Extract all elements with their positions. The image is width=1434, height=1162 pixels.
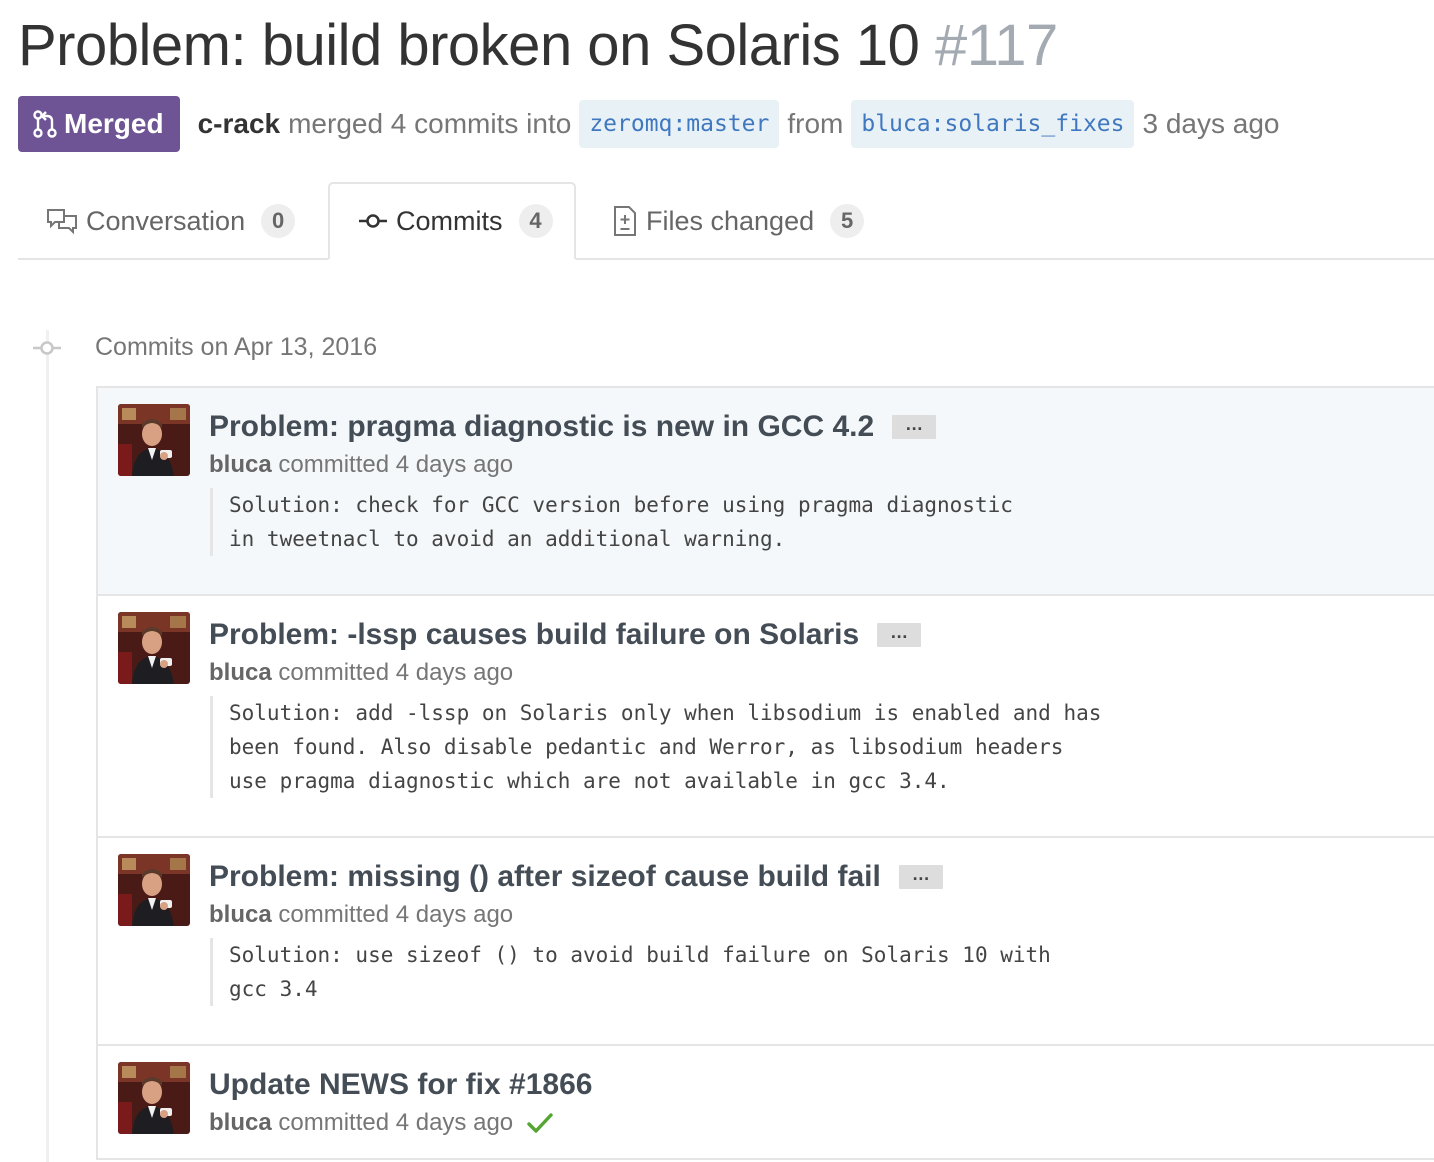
- commit-author-link[interactable]: bluca: [209, 900, 272, 930]
- commit-description: Solution: check for GCC version before u…: [210, 488, 1013, 556]
- git-merge-icon: [32, 109, 64, 139]
- tab-files-changed-count: 5: [830, 204, 865, 238]
- avatar[interactable]: [118, 612, 190, 684]
- merged-state-badge: Merged: [18, 96, 180, 152]
- pr-time-ago: 3 days ago: [1142, 108, 1280, 139]
- avatar[interactable]: [118, 854, 190, 926]
- tab-commits-label: Commits: [396, 205, 503, 236]
- list-item: Problem: -lssp causes build failure on S…: [98, 596, 1434, 838]
- pr-meta: Merged c-rack merged 4 commits into zero…: [18, 96, 1279, 152]
- check-icon[interactable]: [527, 1112, 553, 1134]
- avatar[interactable]: [118, 404, 190, 476]
- pr-author-link[interactable]: c-rack: [198, 108, 281, 140]
- commit-author-link[interactable]: bluca: [209, 1108, 272, 1138]
- git-commit-icon: [358, 211, 388, 231]
- avatar[interactable]: [118, 1062, 190, 1134]
- commit-meta: bluca committed 4 days ago: [209, 1108, 553, 1138]
- commit-time: committed 4 days ago: [278, 901, 514, 928]
- diff-icon: [610, 204, 638, 238]
- expand-description-button[interactable]: …: [892, 415, 937, 439]
- list-item: Problem: pragma diagnostic is new in GCC…: [98, 388, 1434, 596]
- list-item: Update NEWS for fix #1866 bluca committe…: [98, 1046, 1434, 1160]
- head-branch-label[interactable]: bluca: solaris_fixes: [851, 100, 1135, 148]
- commit-title-link[interactable]: Problem: -lssp causes build failure on S…: [209, 614, 859, 656]
- commit-group-title: Commits on Apr 13, 2016: [95, 333, 378, 361]
- commit-description: Solution: use sizeof () to avoid build f…: [210, 938, 1051, 1006]
- commit-meta: bluca committed 4 days ago: [209, 658, 513, 688]
- tab-files-changed[interactable]: Files changed 5: [610, 182, 865, 260]
- tab-commits-count: 4: [518, 204, 553, 238]
- commit-meta: bluca committed 4 days ago: [209, 900, 513, 930]
- base-repo: zeromq: [589, 111, 673, 137]
- head-branch: solaris_fixes: [944, 111, 1125, 137]
- tab-conversation-label: Conversation: [86, 205, 246, 236]
- expand-description-button[interactable]: …: [877, 623, 922, 647]
- from-text: from: [787, 108, 844, 139]
- tab-commits[interactable]: Commits 4: [328, 182, 576, 260]
- git-commit-icon: [32, 336, 62, 365]
- commit-time: committed 4 days ago: [278, 659, 514, 686]
- merge-text: merged 4 commits into: [288, 108, 572, 139]
- commit-title-link[interactable]: Problem: missing () after sizeof cause b…: [209, 856, 881, 898]
- commit-time: committed 4 days ago: [278, 1109, 514, 1136]
- commit-author-link[interactable]: bluca: [209, 658, 272, 688]
- pr-tabs: Conversation 0 Commits 4 Files changed 5: [18, 182, 1434, 260]
- commit-time: committed 4 days ago: [278, 451, 514, 478]
- commits-list: Problem: pragma diagnostic is new in GCC…: [96, 386, 1434, 1160]
- base-branch: master: [686, 111, 770, 137]
- commit-author-link[interactable]: bluca: [209, 450, 272, 480]
- commit-description: Solution: add -lssp on Solaris only when…: [210, 696, 1101, 798]
- commit-title-link[interactable]: Problem: pragma diagnostic is new in GCC…: [209, 406, 874, 448]
- merged-state-label: Merged: [64, 108, 164, 139]
- tab-conversation[interactable]: Conversation 0: [46, 182, 296, 260]
- comment-discussion-icon: [46, 206, 78, 236]
- pr-title: Problem: build broken on Solaris 10 #117: [18, 8, 1058, 84]
- head-repo: bluca: [861, 111, 931, 137]
- pr-number: #117: [934, 13, 1058, 78]
- timeline-line: [46, 330, 49, 1162]
- base-branch-label[interactable]: zeromq: master: [579, 100, 780, 148]
- tab-files-changed-label: Files changed: [646, 205, 815, 236]
- expand-description-button[interactable]: …: [898, 865, 943, 889]
- list-item: Problem: missing () after sizeof cause b…: [98, 838, 1434, 1046]
- commit-meta: bluca committed 4 days ago: [209, 450, 513, 480]
- commit-title-link[interactable]: Update NEWS for fix #1866: [209, 1064, 592, 1106]
- tab-conversation-count: 0: [261, 204, 296, 238]
- pr-title-text: Problem: build broken on Solaris 10: [18, 13, 920, 78]
